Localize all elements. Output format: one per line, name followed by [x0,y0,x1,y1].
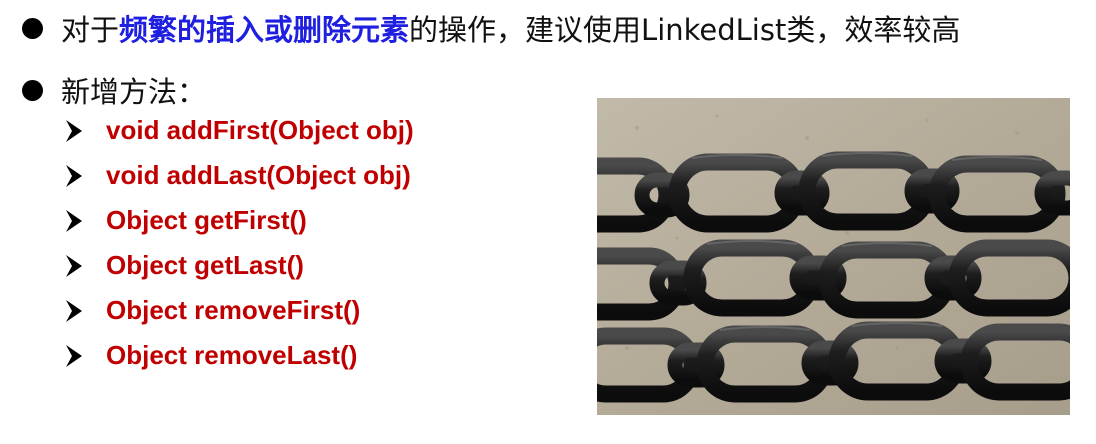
method-item: Object removeFirst() [66,288,586,333]
arrowhead-icon [66,254,82,277]
arrowhead-icon [66,344,82,367]
method-signature: Object removeLast() [106,340,358,370]
method-signature: Object getFirst() [106,205,307,235]
arrowhead-icon [66,119,82,142]
bullet-dot-icon [22,79,43,101]
bullet-new-methods: 新增方法： [0,70,206,110]
method-signature: void addFirst(Object obj) [106,115,414,145]
bullet1-suffix: 的操作，建议使用LinkedList类，效率较高 [409,13,961,47]
bullet1-highlight: 频繁的插入或删除元素 [119,13,410,47]
bullet-dot-icon [22,17,43,39]
method-item: Object getLast() [66,243,586,288]
chain-photo [597,98,1070,415]
arrowhead-icon [66,299,82,322]
arrowhead-icon [66,164,82,187]
method-item: void addFirst(Object obj) [66,108,586,153]
method-item: void addLast(Object obj) [66,153,586,198]
method-item: Object getFirst() [66,198,586,243]
method-signature: Object removeFirst() [106,295,361,325]
bullet2-text: 新增方法： [61,75,207,109]
bullet1-prefix: 对于 [61,13,120,47]
method-signature: void addLast(Object obj) [106,160,411,190]
method-signature: Object getLast() [106,250,304,280]
chain-illustration [597,98,1070,415]
arrowhead-icon [66,209,82,232]
method-list: void addFirst(Object obj) void addLast(O… [66,108,586,378]
bullet-linkedlist-advice: 对于 频繁的插入或删除元素 的操作，建议使用LinkedList类，效率较高 [0,8,960,48]
method-item: Object removeLast() [66,333,586,378]
